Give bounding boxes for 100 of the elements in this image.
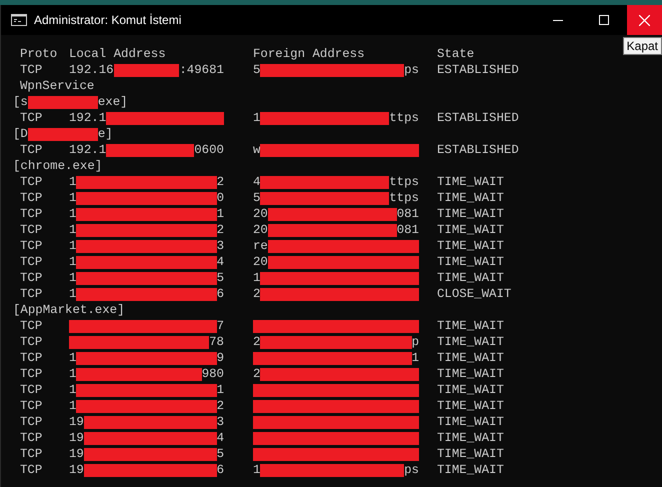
foreign-address-text: 20 bbox=[253, 223, 268, 237]
local-address-text: :49681 bbox=[179, 63, 224, 77]
local-address-text: 1 bbox=[69, 239, 76, 253]
foreign-address-text: 20 bbox=[253, 255, 268, 269]
local-address-text: 1 bbox=[69, 191, 76, 205]
foreign-address-text: 4 bbox=[253, 175, 260, 189]
local-address-text: 1 bbox=[69, 207, 76, 221]
foreign-address-text: p bbox=[412, 335, 419, 349]
local-address-text: 1 bbox=[216, 383, 224, 397]
local-address-text: 3 bbox=[216, 239, 224, 253]
foreign-address-text: 1 bbox=[253, 111, 260, 125]
foreign-address-text: 5 bbox=[253, 191, 260, 205]
window-title: Administrator: Komut İstemi bbox=[34, 13, 182, 27]
foreign-address-text: 1 bbox=[412, 351, 419, 365]
foreign-address-text: 2 bbox=[253, 367, 260, 381]
console-icon bbox=[11, 14, 27, 26]
protocol-text: TCP bbox=[19, 223, 44, 237]
protocol-text: TCP bbox=[19, 335, 44, 349]
protocol-text: TCP bbox=[19, 143, 44, 157]
state-text: TIME_WAIT bbox=[437, 319, 504, 333]
local-address-text: 2 bbox=[216, 399, 224, 413]
local-address-text: 19 bbox=[69, 463, 84, 477]
local-address-text: 192.16 bbox=[69, 63, 114, 77]
process-name: exe] bbox=[98, 95, 128, 109]
process-name: [s bbox=[13, 95, 28, 109]
state-text: TIME_WAIT bbox=[437, 415, 504, 429]
process-name: e] bbox=[98, 127, 113, 141]
state-text: ESTABLISHED bbox=[437, 143, 519, 157]
local-address-text: 1 bbox=[69, 255, 76, 269]
local-address-text: 5 bbox=[216, 271, 224, 285]
protocol-text: TCP bbox=[19, 287, 44, 301]
state-text: CLOSE_WAIT bbox=[437, 287, 512, 301]
state-text: TIME_WAIT bbox=[437, 207, 504, 221]
redaction-bar bbox=[28, 96, 98, 108]
local-address-text: 0600 bbox=[194, 143, 224, 157]
local-address-text: 1 bbox=[69, 367, 76, 381]
state-text: TIME_WAIT bbox=[437, 271, 504, 285]
maximize-icon bbox=[599, 15, 609, 25]
protocol-text: TCP bbox=[19, 175, 44, 189]
state-text: TIME_WAIT bbox=[437, 255, 504, 269]
local-address-text: 6 bbox=[216, 463, 224, 477]
state-text: TIME_WAIT bbox=[437, 191, 504, 205]
local-address-text: 4 bbox=[216, 431, 224, 445]
column-header: Foreign Address bbox=[253, 47, 366, 61]
local-address-text: 6 bbox=[216, 287, 224, 301]
local-address-text: 1 bbox=[216, 207, 224, 221]
foreign-address-text: ps bbox=[404, 463, 419, 477]
state-text: TIME_WAIT bbox=[437, 335, 504, 349]
local-address-text: 3 bbox=[216, 415, 224, 429]
foreign-address-text: re bbox=[253, 239, 268, 253]
column-header: Local Address bbox=[69, 47, 167, 61]
foreign-address-text: 2 bbox=[253, 287, 260, 301]
process-name: [D bbox=[13, 127, 28, 141]
foreign-address-text: 081 bbox=[396, 223, 419, 237]
protocol-text: TCP bbox=[19, 271, 44, 285]
local-address-text: 1 bbox=[69, 383, 76, 397]
service-name: WpnService bbox=[19, 79, 94, 93]
protocol-text: TCP bbox=[19, 63, 44, 77]
local-address-text: 980 bbox=[202, 367, 224, 381]
column-header: Proto bbox=[19, 47, 58, 61]
state-text: TIME_WAIT bbox=[437, 447, 504, 461]
state-text: TIME_WAIT bbox=[437, 383, 504, 397]
local-address-text: 78 bbox=[209, 335, 224, 349]
protocol-text: TCP bbox=[19, 111, 44, 125]
local-address-text: 19 bbox=[69, 415, 84, 429]
local-address-text: 19 bbox=[69, 447, 84, 461]
tooltip: Kapat bbox=[622, 37, 662, 55]
protocol-text: TCP bbox=[19, 415, 44, 429]
protocol-text: TCP bbox=[19, 351, 44, 365]
foreign-address-text: ttps bbox=[389, 111, 419, 125]
protocol-text: TCP bbox=[19, 447, 44, 461]
protocol-text: TCP bbox=[19, 207, 44, 221]
state-text: TIME_WAIT bbox=[437, 431, 504, 445]
local-address-text: 1 bbox=[69, 223, 76, 237]
protocol-text: TCP bbox=[19, 431, 44, 445]
foreign-address-text: ps bbox=[404, 63, 419, 77]
process-name: [chrome.exe] bbox=[13, 159, 102, 173]
protocol-text: TCP bbox=[19, 255, 44, 269]
redaction-bar bbox=[114, 64, 180, 76]
foreign-address-text: 1 bbox=[253, 463, 260, 477]
local-address-text: 1 bbox=[69, 271, 76, 285]
local-address-text: 192.1 bbox=[69, 111, 106, 125]
close-button[interactable] bbox=[627, 5, 662, 35]
redaction-bar bbox=[28, 128, 98, 140]
state-text: ESTABLISHED bbox=[437, 111, 519, 125]
local-address-text: 7 bbox=[216, 319, 224, 333]
local-address-text: 0 bbox=[216, 191, 224, 205]
foreign-address-text: ttps bbox=[389, 175, 419, 189]
protocol-text: TCP bbox=[19, 399, 44, 413]
state-text: TIME_WAIT bbox=[437, 351, 504, 365]
state-text: TIME_WAIT bbox=[437, 367, 504, 381]
local-address-text: 19 bbox=[69, 431, 84, 445]
state-text: TIME_WAIT bbox=[437, 175, 504, 189]
local-address-text: 1 bbox=[69, 351, 76, 365]
local-address-text: 5 bbox=[216, 447, 224, 461]
local-address-text: 9 bbox=[216, 351, 224, 365]
local-address-text: 2 bbox=[216, 223, 224, 237]
state-text: TIME_WAIT bbox=[437, 239, 504, 253]
local-address-text: 4 bbox=[216, 255, 224, 269]
foreign-address-text: 1 bbox=[253, 271, 260, 285]
